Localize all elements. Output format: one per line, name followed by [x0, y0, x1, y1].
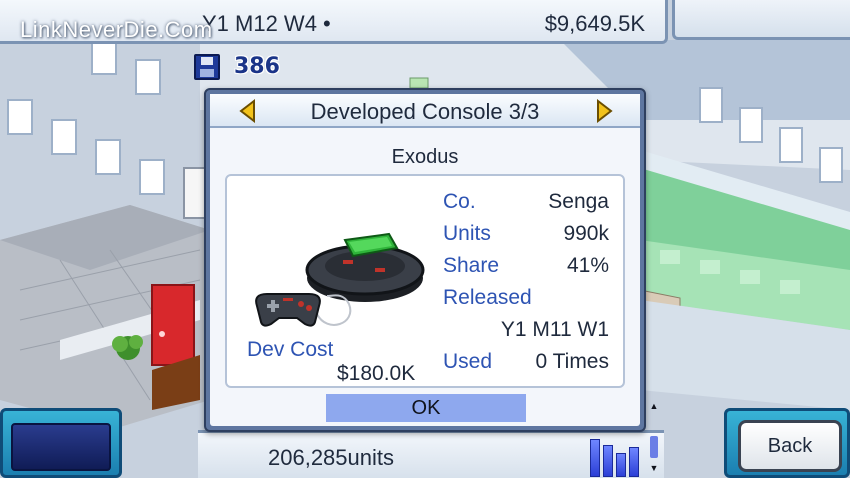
- company-value: Senga: [548, 190, 609, 213]
- developed-console-dialog: Developed Console 3/3 Exodus Co. Senga U…: [204, 88, 646, 432]
- game-console-icon: [255, 232, 425, 327]
- released-value: Y1 M11 W1: [500, 318, 609, 341]
- dialog-title: Developed Console 3/3: [310, 99, 540, 124]
- gamepad-icon: [255, 293, 321, 327]
- share-value: 41%: [566, 254, 609, 277]
- share-label: Share: [443, 254, 500, 277]
- sales-bar-graph: [590, 437, 640, 477]
- triangle-right-icon[interactable]: [594, 99, 614, 123]
- units-label: Units: [443, 222, 491, 245]
- date-display: Y1 M12 W4 •: [202, 11, 331, 36]
- save-count-value: 386: [234, 54, 280, 79]
- floppy-disk-icon: [194, 54, 220, 80]
- watermark-text: LinkNeverDie.Com: [20, 17, 213, 42]
- sales-bar: [629, 447, 639, 477]
- bottom-left-screen[interactable]: [11, 423, 111, 471]
- used-label: Used: [443, 350, 493, 373]
- dev-cost-label: Dev Cost: [247, 338, 334, 361]
- top-right-panel: [672, 0, 850, 40]
- back-button[interactable]: Back: [738, 420, 842, 472]
- used-value: 0 Times: [535, 350, 609, 373]
- dialog-body: Developed Console 3/3 Exodus Co. Senga U…: [210, 94, 640, 426]
- dev-cost-value: $180.0K: [337, 362, 416, 385]
- scroll-up-icon[interactable]: ▲: [649, 402, 659, 411]
- console-name: Exodus: [391, 146, 459, 168]
- sales-bar: [590, 439, 600, 477]
- money-display: $9,649.5K: [544, 11, 645, 36]
- sales-bar: [603, 445, 613, 477]
- bottom-left-panel[interactable]: [0, 408, 122, 478]
- dialog-header: Developed Console 3/3: [210, 94, 640, 128]
- console-info-box: Co. Senga Units 990k Share 41% Released …: [225, 174, 625, 388]
- released-label: Released: [443, 286, 532, 309]
- bottom-info-bar: 206,285units: [198, 430, 664, 478]
- units-value: 990k: [563, 222, 609, 245]
- sales-bar: [616, 453, 626, 477]
- total-units-text: 206,285units: [268, 445, 394, 470]
- company-label: Co.: [443, 190, 476, 213]
- scroll-down-icon[interactable]: ▼: [649, 464, 659, 473]
- ok-button[interactable]: OK: [326, 394, 526, 422]
- scrollbar-thumb[interactable]: [650, 436, 658, 458]
